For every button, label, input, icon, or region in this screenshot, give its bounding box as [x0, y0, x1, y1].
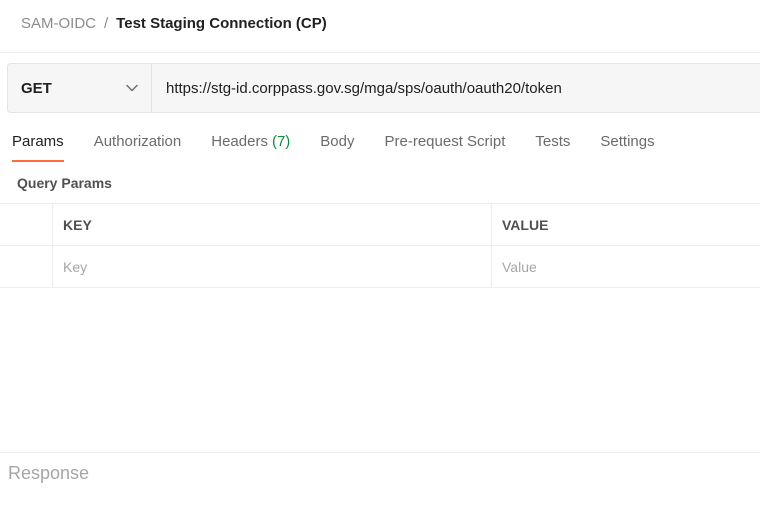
tab-label: Headers [211, 133, 268, 150]
query-params-table: KEY VALUE Key Value [0, 203, 760, 288]
key-column-header: KEY [53, 204, 492, 245]
tab-settings[interactable]: Settings [600, 130, 654, 162]
tab-headers[interactable]: Headers (7) [211, 130, 290, 162]
key-placeholder: Key [63, 258, 88, 275]
request-name[interactable]: Test Staging Connection (CP) [116, 15, 327, 32]
response-title: Response [8, 463, 90, 483]
headers-count-badge: (7) [271, 133, 291, 150]
tab-label: Params [12, 133, 64, 150]
method-select[interactable]: GET [8, 64, 152, 112]
method-label: GET [21, 79, 52, 97]
checkbox-column-header [0, 204, 53, 245]
value-column-header: VALUE [492, 204, 760, 245]
row-checkbox-cell [0, 246, 53, 287]
tab-label: Body [320, 133, 355, 150]
tab-pre-request-script[interactable]: Pre-request Script [385, 130, 506, 162]
tab-authorization[interactable]: Authorization [94, 130, 182, 162]
table-row: Key Value [0, 246, 760, 288]
value-header-label: VALUE [502, 216, 549, 233]
tab-label: Tests [535, 133, 571, 150]
url-input[interactable]: https://stg-id.corppass.gov.sg/mga/sps/o… [152, 64, 760, 112]
param-key-input[interactable]: Key [53, 246, 492, 287]
tab-label: Authorization [93, 133, 182, 150]
response-divider[interactable] [0, 452, 760, 453]
query-params-title: Query Params [17, 175, 112, 191]
request-tabs: Params Authorization Headers (7) Body Pre… [12, 130, 685, 164]
tab-tests[interactable]: Tests [535, 130, 570, 162]
param-value-input[interactable]: Value [492, 246, 760, 287]
request-bar: GET https://stg-id.corppass.gov.sg/mga/s… [7, 63, 760, 113]
tab-label: Pre-request Script [384, 133, 506, 150]
tab-label: Settings [600, 133, 655, 150]
header-divider [0, 52, 760, 53]
value-placeholder: Value [502, 258, 537, 275]
key-header-label: KEY [63, 216, 92, 233]
chevron-down-icon [125, 81, 139, 95]
tab-body[interactable]: Body [320, 130, 354, 162]
breadcrumb: SAM-OIDC / Test Staging Connection (CP) [21, 12, 327, 34]
breadcrumb-separator: / [104, 14, 109, 32]
breadcrumb-collection[interactable]: SAM-OIDC [21, 15, 96, 32]
tab-params[interactable]: Params [12, 130, 64, 162]
table-header-row: KEY VALUE [0, 204, 760, 246]
